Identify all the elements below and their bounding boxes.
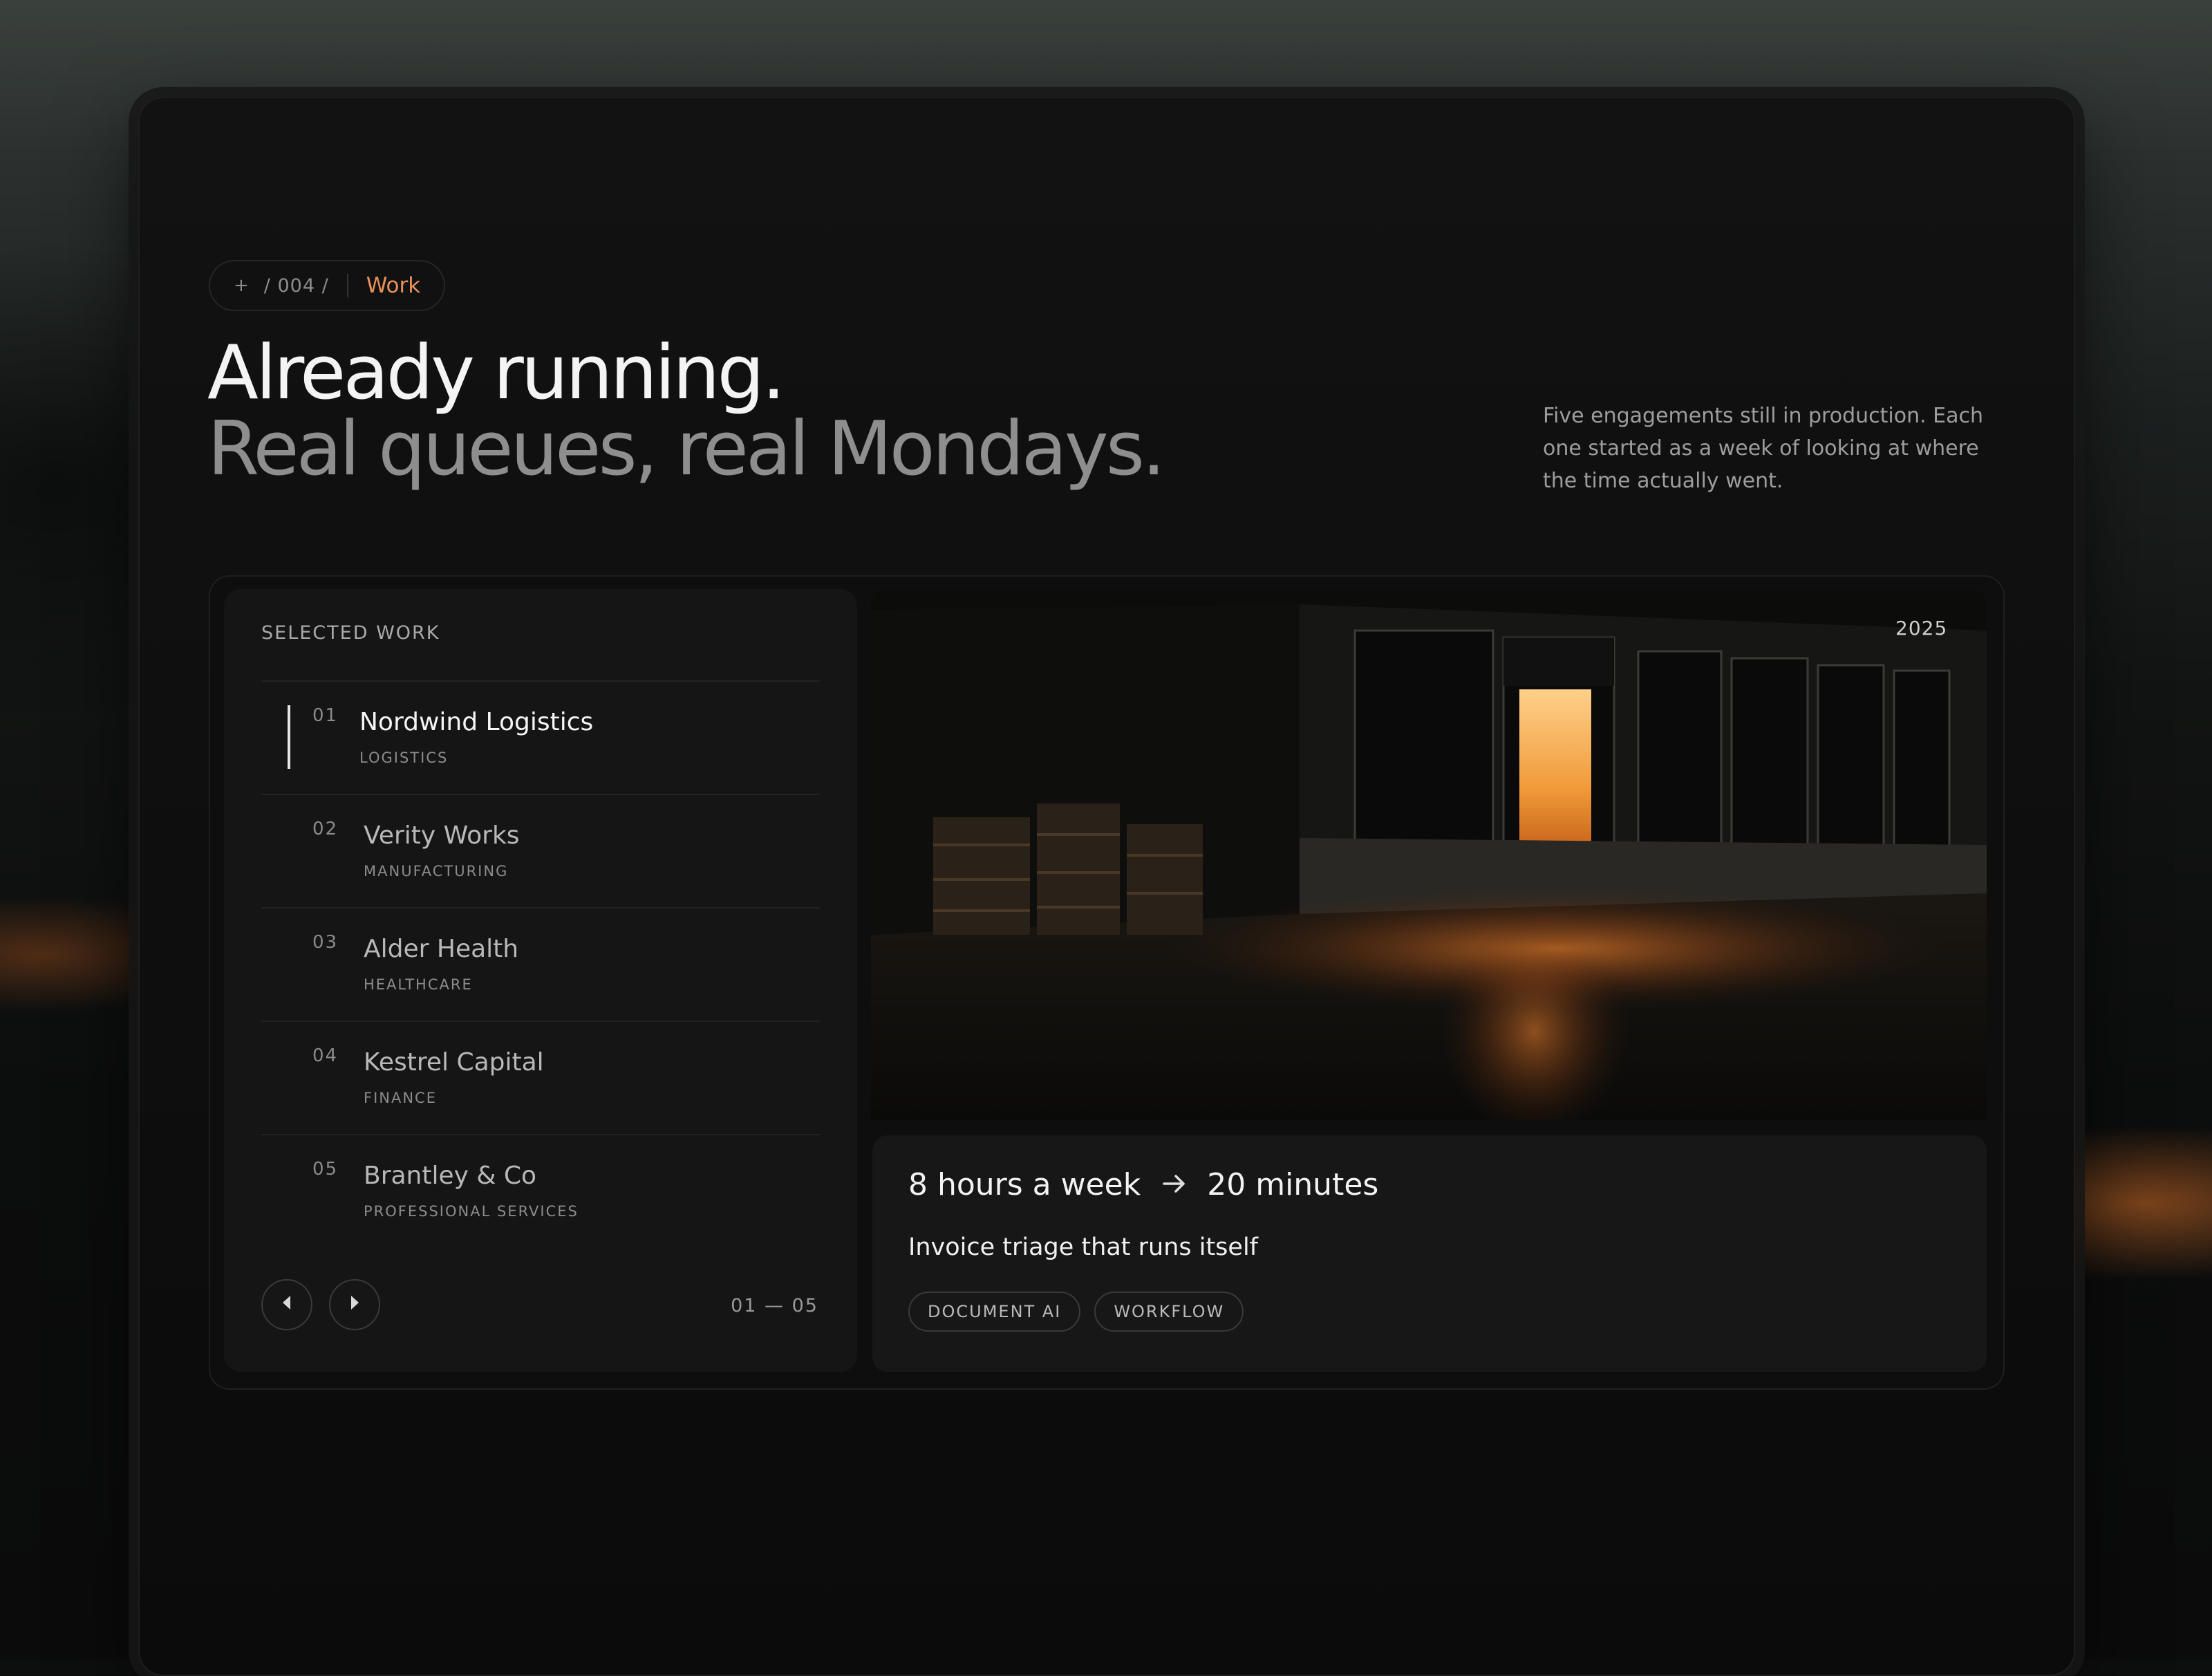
item-number: 04 <box>312 1045 339 1066</box>
list-item[interactable]: 03 Alder Health HEALTHCARE <box>261 907 820 1021</box>
impact-metric: 8 hours a week 20 minutes <box>908 1167 1378 1202</box>
item-sector: PROFESSIONAL SERVICES <box>364 1203 579 1220</box>
item-sector: LOGISTICS <box>359 749 449 766</box>
breadcrumb: + / 004 / Work <box>209 260 446 311</box>
item-number: 01 <box>312 705 339 726</box>
active-marker <box>288 705 290 769</box>
project-image <box>871 589 1987 1120</box>
chevron-left-icon <box>279 1294 294 1316</box>
tag-chip: WORKFLOW <box>1094 1292 1244 1332</box>
item-name: Kestrel Capital <box>364 1048 544 1077</box>
list-item[interactable]: 01 Nordwind Logistics LOGISTICS <box>261 680 820 794</box>
metric-after: 20 minutes <box>1207 1167 1379 1202</box>
section-number: / 004 / <box>263 274 329 297</box>
arrow-right-icon <box>1163 1169 1186 1201</box>
item-number: 05 <box>312 1159 339 1180</box>
item-name: Verity Works <box>364 821 520 850</box>
work-list: 01 Nordwind Logistics LOGISTICS 02 Verit… <box>261 680 820 1247</box>
breadcrumb-divider <box>346 274 348 297</box>
list-item[interactable]: 04 Kestrel Capital FINANCE <box>261 1021 820 1134</box>
next-button[interactable] <box>329 1279 380 1330</box>
item-sector: FINANCE <box>364 1090 437 1106</box>
pagination-counter: 01 — 05 <box>731 1295 818 1316</box>
headline: Already running. <box>207 330 785 416</box>
metric-before: 8 hours a week <box>908 1167 1141 1202</box>
item-name: Nordwind Logistics <box>359 708 594 736</box>
item-sector: MANUFACTURING <box>364 863 509 879</box>
plus-icon: + <box>234 275 249 296</box>
subheadline: Real queues, real Mondays. <box>207 406 1165 492</box>
tag-chip: DOCUMENT AI <box>908 1292 1081 1332</box>
item-name: Alder Health <box>364 935 519 963</box>
chevron-right-icon <box>347 1294 362 1316</box>
list-item[interactable]: 05 Brantley & Co PROFESSIONAL SERVICES <box>261 1134 820 1247</box>
previous-button[interactable] <box>261 1279 312 1330</box>
tag-list: DOCUMENT AI WORKFLOW <box>908 1292 1244 1332</box>
item-name: Brantley & Co <box>364 1162 537 1190</box>
intro-text: Five engagements still in production. Ea… <box>1543 404 1984 493</box>
item-number: 03 <box>312 932 339 953</box>
item-sector: HEALTHCARE <box>364 976 473 993</box>
list-item[interactable]: 02 Verity Works MANUFACTURING <box>261 794 820 907</box>
section-label[interactable]: Work <box>366 273 421 298</box>
project-title: Invoice triage that runs itself <box>908 1233 1258 1261</box>
work-list-title: SELECTED WORK <box>261 622 440 644</box>
item-number: 02 <box>312 819 339 839</box>
project-year: 2025 <box>1895 617 1948 640</box>
